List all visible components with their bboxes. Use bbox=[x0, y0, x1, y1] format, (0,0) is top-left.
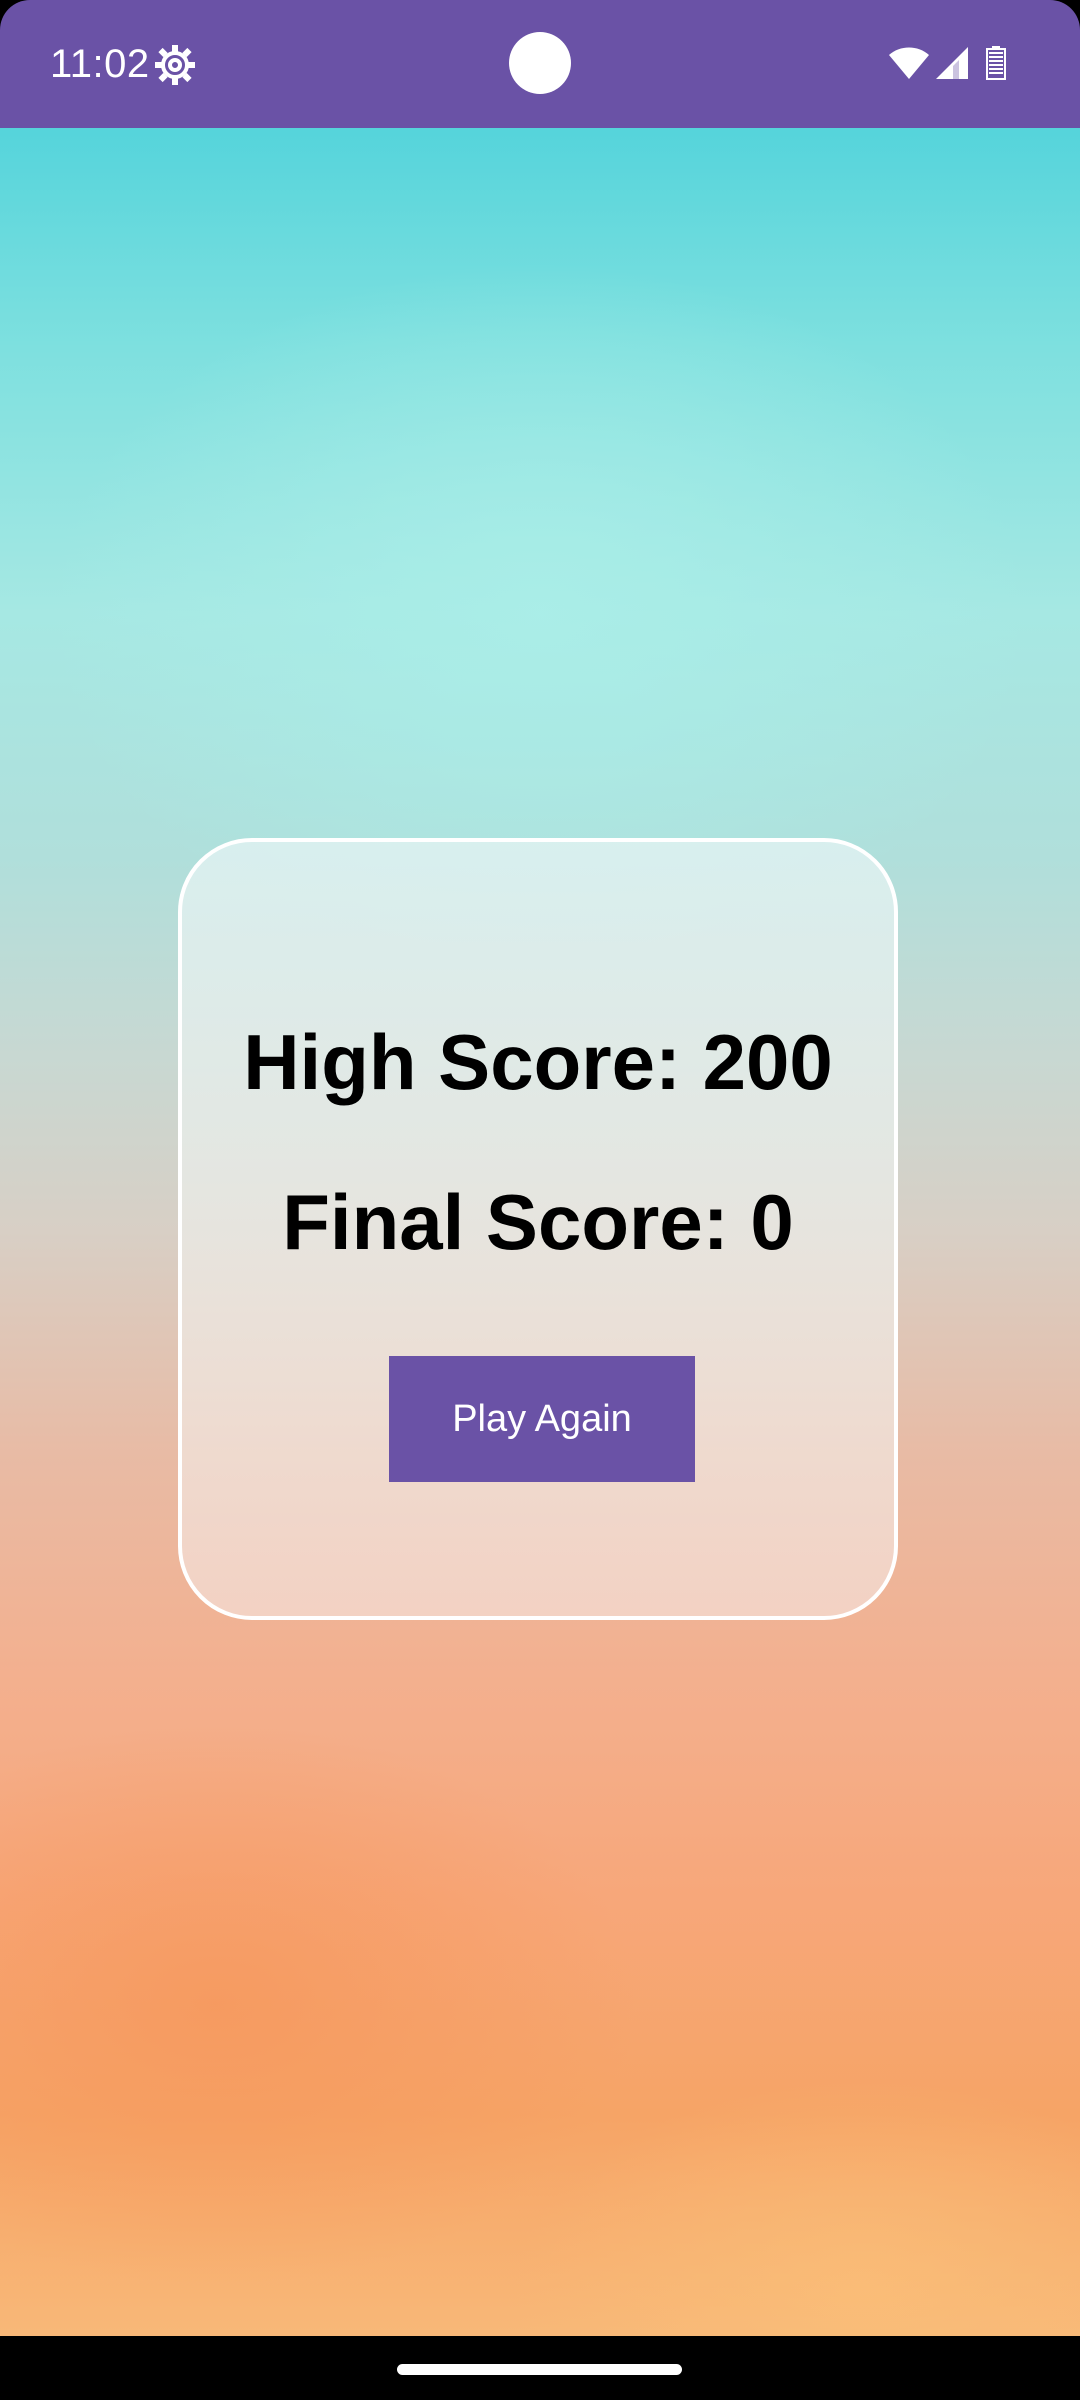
wifi-icon bbox=[888, 46, 930, 80]
high-score-text: High Score: 200 bbox=[243, 1018, 833, 1106]
camera-cutout bbox=[509, 32, 571, 94]
status-bar: 11:02 bbox=[0, 0, 1080, 128]
score-card: High Score: 200 Final Score: 0 Play Agai… bbox=[178, 838, 898, 1620]
game-over-screen: 11:02 High Score: 200 Final Score: 0 Pla… bbox=[0, 0, 1080, 2400]
status-time: 11:02 bbox=[50, 42, 150, 86]
battery-icon bbox=[986, 46, 1006, 80]
cellular-signal-icon bbox=[935, 46, 969, 80]
final-score-text: Final Score: 0 bbox=[282, 1178, 794, 1266]
play-again-button[interactable]: Play Again bbox=[389, 1356, 695, 1482]
settings-gear-icon bbox=[154, 44, 196, 86]
home-handle[interactable] bbox=[397, 2364, 682, 2375]
navigation-bar bbox=[0, 2336, 1080, 2400]
